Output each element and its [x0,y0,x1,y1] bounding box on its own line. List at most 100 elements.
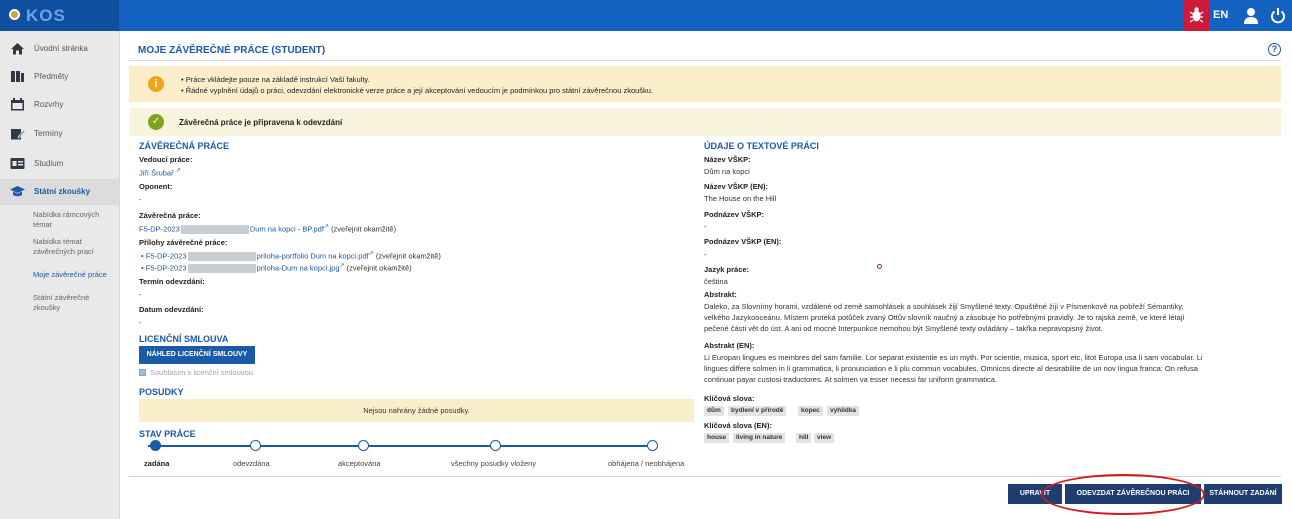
attachment-prefix[interactable]: • F5-DP-2023 [141,252,187,261]
red-dot-marker [877,264,882,269]
graduation-cap-icon [10,186,25,197]
work-file-prefix[interactable]: F5-DP-2023 [139,225,180,234]
abstract-en-line: lingues differe solmen in li grammatica,… [704,364,1198,373]
license-preview-button[interactable]: NÁHLED LICENČNÍ SMLOUVY [139,346,255,364]
divider [129,60,1281,61]
bug-icon [1189,7,1204,23]
keywords-en-label: Klíčová slova (EN): [704,421,772,430]
sidebar-subitem-thesis-topics[interactable]: Nabídka témat závěrečných prací [33,237,117,257]
deadline-value: - [139,290,142,299]
work-publish-note: (zveřejnit okamžitě) [331,224,397,234]
sidebar-item-state-exams[interactable]: Státní zkoušky [0,179,119,205]
abstract-en-text: Li Europan lingues es membres del sam fa… [704,352,1274,385]
opponent-label: Oponent: [139,182,173,191]
subitem-line: Státní závěrečné [33,293,90,302]
step-label: všechny posudky vloženy [451,459,537,468]
info-line: • Řádné vyplnění údajů o práci, odevzdán… [181,86,654,95]
sidebar-item-terms[interactable]: Termíny [0,121,119,147]
abstract-en-label: Abstrakt (EN): [704,341,755,350]
annotation-ellipse [1041,474,1205,515]
sidebar-subitem-frame-topics[interactable]: Nabídka rámcových témat [33,210,117,230]
subitem-line: Nabídka témat [33,237,82,246]
sidebar-item-home[interactable]: Úvodní stránka [0,36,119,62]
attachment-row: • F5-DP-2023 priloha-Dum na kopci.jpg↗ (z… [141,262,412,274]
keyword-en-tag: hill [796,433,812,443]
abstract-line: velkého Jazykooceánu. Místem protéká pot… [704,313,1185,322]
keyword-tag: bydlení v přírodě [728,406,787,416]
keyword-tag: kopec [798,406,823,416]
abstract-text: Daleko, za Slovnímy horami, vzdálené od … [704,301,1274,334]
license-agree-checkbox[interactable] [139,369,146,376]
step-label: odevzdána [233,459,270,468]
reviews-empty-box: Nejsou nahrány žádné posudky. [139,399,694,422]
redacted-block [187,252,256,262]
keyword-en-tag: house [704,433,730,443]
keywords-label: Klíčová slova: [704,394,755,403]
supervisor-link[interactable]: Jiří Šrubař ↗ [139,167,181,178]
attachment-note: (zveřejnit okamžitě) [375,251,441,261]
subitem-line: zkoušky [33,303,61,312]
external-link-icon: ↗ [339,263,345,269]
subitem-line: Moje závěrečné práce [33,270,107,279]
subitem-line: témat [33,220,52,229]
redacted-block [180,225,249,235]
step-marker [490,440,501,451]
abstract-en-line: Li Europan lingues es membres del sam fa… [704,353,1203,362]
opponent-value: - [139,195,142,204]
status-progress-line [148,445,653,447]
step-label: obhájena / neobhájena [608,459,685,468]
sidebar-item-label: Úvodní stránka [34,44,88,53]
section-heading-thesis: ZÁVĚREČNÁ PRÁCE [139,141,230,151]
name-value: Dům na kopci [704,167,750,176]
keyword-tag: dům [704,406,724,416]
sidebar-subitem-my-theses[interactable]: Moje závěrečné práce [33,270,117,280]
abstract-label: Abstrakt: [704,290,737,299]
sidebar-item-label: Studium [34,159,64,168]
section-heading-status: STAV PRÁCE [139,429,196,439]
work-file-row: F5-DP-2023 Dum na kopci - BP.pdf↗ (zveřej… [139,223,397,235]
step-label: akceptována [338,459,381,468]
name-en-label: Název VŠKP (EN): [704,182,769,191]
logo[interactable]: KOS [0,0,119,31]
info-alert: i • Práce vkládejte pouze na základě ins… [129,66,1281,102]
sidebar-item-label: Státní zkoušky [34,187,91,196]
sidebar-item-subjects[interactable]: Předměty [0,64,119,90]
top-bar: KOS EN [0,0,1292,31]
language-label: Jazyk práce: [704,265,750,274]
language-switch[interactable]: EN [1213,9,1228,21]
keyword-tag: vyhlídka [827,406,860,416]
attachment-link[interactable]: priloha-Dum na kopci.jpg [257,264,340,273]
section-heading-text-info: ÚDAJE O TEXTOVÉ PRÁCI [704,141,819,151]
step-label: zadána [144,459,170,468]
sidebar-item-schedules[interactable]: Rozvrhy [0,92,119,118]
step-marker [250,440,261,451]
supervisor-name: Jiří Šrubař [139,168,174,178]
attachment-prefix[interactable]: • F5-DP-2023 [141,264,187,273]
sidebar-item-label: Rozvrhy [34,100,64,109]
step-marker [647,440,658,451]
calendar-icon [11,98,24,111]
sidebar-item-label: Předměty [34,72,69,81]
subitem-line: závěrečných prací [33,247,94,256]
license-agree-label: Souhlasím s licenční smlouvou [150,368,253,377]
home-icon [11,43,24,55]
attachments-label: Přílohy závěrečné práce: [139,238,228,247]
work-file-link[interactable]: Dum na kopci - BP.pdf [250,225,324,234]
withdraw-assignment-button[interactable]: STÁHNOUT ZADÁNÍ [1204,484,1282,504]
bug-report-button[interactable] [1183,0,1210,31]
user-icon[interactable] [1244,7,1258,24]
attachment-link[interactable]: priloha-portfolio Dum na kopci.pdf [257,252,369,261]
sidebar-subitem-state-final-exams[interactable]: Státní závěrečné zkoušky [33,293,117,313]
subtitle-en-label: Podnázev VŠKP (EN): [704,237,782,246]
external-link-icon: ↗ [368,251,374,257]
help-icon[interactable]: ? [1268,43,1281,56]
abstract-en-line: continuar payar custosi traductores. At … [704,375,998,384]
subtitle-en-value: - [704,250,707,259]
external-link-icon: ↗ [175,168,181,174]
sidebar-item-study[interactable]: Studium [0,151,119,177]
logout-icon[interactable] [1270,7,1286,24]
attachment-note: (zveřejnit okamžitě) [346,263,412,273]
subitem-line: Nabídka rámcových [33,210,100,219]
section-heading-reviews: POSUDKY [139,387,184,397]
check-icon: ✓ [148,114,164,130]
